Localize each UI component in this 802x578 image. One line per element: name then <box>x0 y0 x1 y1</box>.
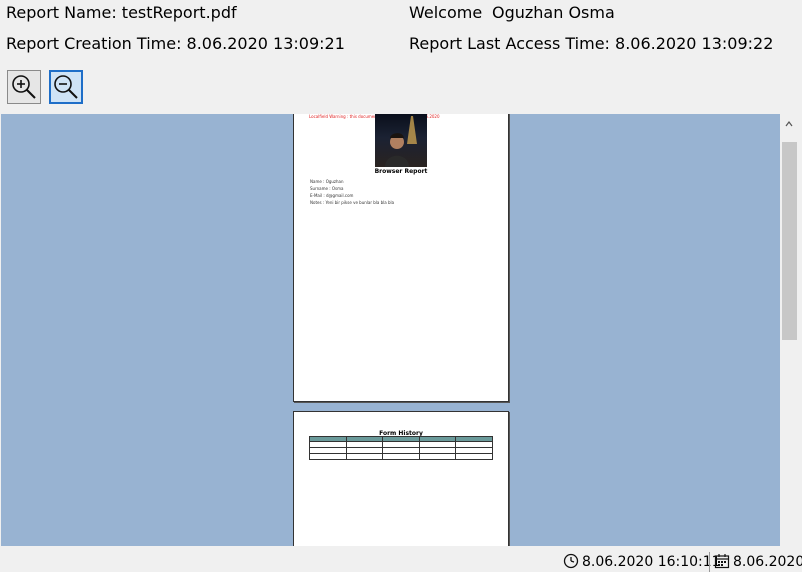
zoom-in-button[interactable] <box>7 70 41 104</box>
scrollbar-thumb[interactable] <box>782 142 797 340</box>
table-row <box>309 453 493 460</box>
zoom-out-button[interactable] <box>49 70 83 104</box>
scroll-up-arrow-icon[interactable] <box>785 120 793 128</box>
welcome-label: Welcome <box>409 3 483 22</box>
zoom-out-icon <box>54 75 78 99</box>
document-page-1: Localfield Warning : this document was m… <box>293 114 509 402</box>
field-surname: Surname : Osma <box>310 186 344 191</box>
zoom-in-icon <box>12 75 36 99</box>
page-title: Browser Report <box>374 168 428 175</box>
field-notes: Notes : Yeni bir pikse ve bunlar bla bla… <box>310 200 395 205</box>
report-creation-time: Report Creation Time: 8.06.2020 13:09:21 <box>6 34 345 53</box>
status-divider <box>709 552 710 572</box>
status-date-value: 8.06.2020 <box>733 554 802 570</box>
vertical-scrollbar[interactable] <box>780 114 801 546</box>
form-history-table <box>309 436 493 460</box>
status-time-value: 8.06.2020 16:10:11 <box>582 554 721 570</box>
profile-photo-image <box>385 116 417 167</box>
report-last-access-time: Report Last Access Time: 8.06.2020 13:09… <box>409 34 774 53</box>
background-window-strip <box>0 572 802 578</box>
user-name: Oguzhan Osma <box>492 3 615 22</box>
document-page-2: Form History <box>293 411 509 546</box>
field-name: Name : Oguzhan <box>310 179 344 184</box>
field-email: E-Mail : d@gmail.com <box>310 193 354 198</box>
document-viewer[interactable]: Localfield Warning : this document was m… <box>1 114 780 546</box>
profile-photo <box>375 114 427 167</box>
report-name: Report Name: testReport.pdf <box>6 3 237 22</box>
